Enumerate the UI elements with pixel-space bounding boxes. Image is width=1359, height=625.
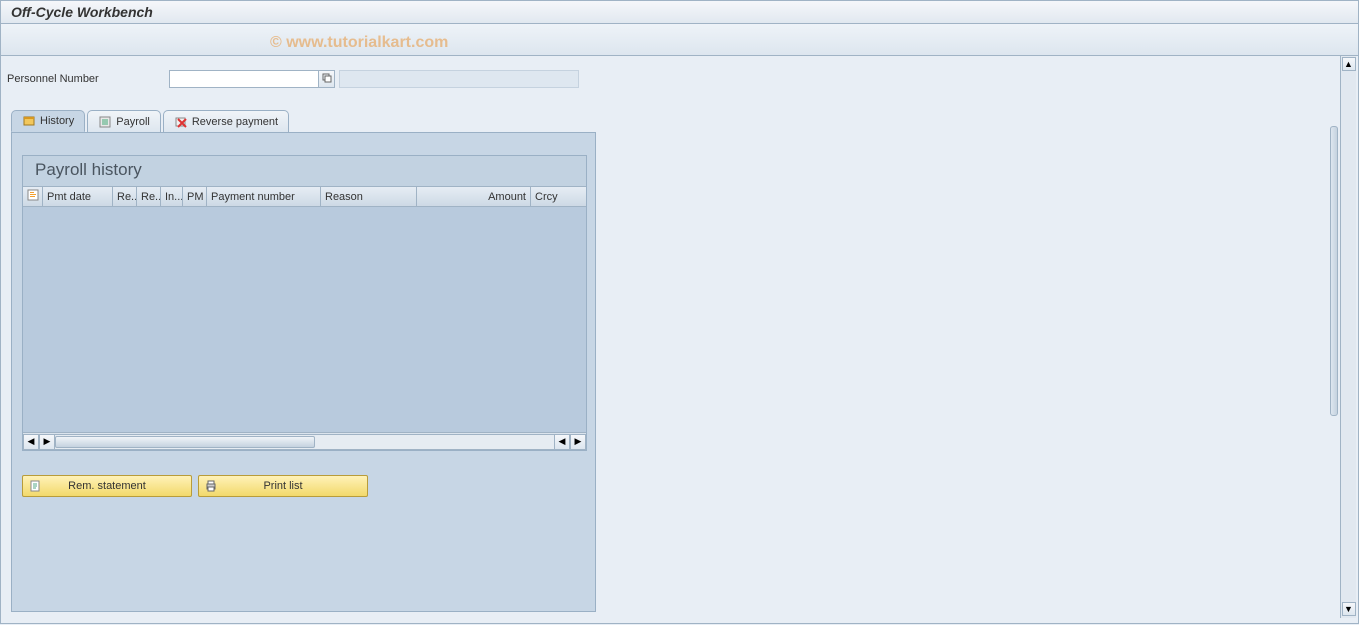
reverse-icon [174, 115, 188, 129]
column-header-pm[interactable]: PM [183, 187, 207, 206]
grid-horizontal-scrollbar: ◀ ▶ ◀ ▶ [23, 432, 586, 450]
tabstrip: History Payroll Reverse payment Payroll … [11, 110, 596, 612]
content-area: Personnel Number History P [0, 56, 1359, 624]
document-icon [27, 478, 43, 494]
application-toolbar [0, 24, 1359, 56]
search-help-icon [322, 73, 332, 85]
button-label: Rem. statement [68, 480, 146, 492]
rem-statement-button[interactable]: Rem. statement [22, 475, 192, 497]
column-header-re2[interactable]: Re... [137, 187, 161, 206]
title-bar: Off-Cycle Workbench [0, 0, 1359, 24]
personnel-number-search-help-button[interactable] [319, 70, 335, 88]
vertical-scrollbar: ▲ ▼ [1340, 56, 1356, 618]
grid-body [23, 207, 586, 432]
history-icon [22, 114, 36, 128]
payroll-history-panel: Payroll history Pmt date Re... Re... In.… [22, 155, 587, 451]
tab-payroll[interactable]: Payroll [87, 110, 161, 132]
column-selector[interactable] [23, 187, 43, 206]
tab-panel-history: Payroll history Pmt date Re... Re... In.… [11, 132, 596, 612]
column-header-amount[interactable]: Amount [417, 187, 531, 206]
personnel-number-description [339, 70, 579, 88]
panel-heading: Payroll history [23, 156, 586, 186]
print-icon [203, 478, 219, 494]
splitter-handle[interactable] [1330, 126, 1338, 416]
scroll-left-end-button[interactable]: ◀ [554, 434, 570, 450]
tab-label: Payroll [116, 116, 150, 128]
personnel-number-row: Personnel Number [5, 70, 1358, 88]
payroll-history-grid: Pmt date Re... Re... In... PM Payment nu… [23, 186, 586, 450]
column-header-crcy[interactable]: Crcy [531, 187, 571, 206]
button-label: Print list [263, 480, 302, 492]
column-header-in[interactable]: In... [161, 187, 183, 206]
page-title: Off-Cycle Workbench [11, 4, 153, 20]
tab-history[interactable]: History [11, 110, 85, 132]
scroll-up-button[interactable]: ▲ [1342, 57, 1356, 71]
tab-label: Reverse payment [192, 116, 278, 128]
column-header-re1[interactable]: Re... [113, 187, 137, 206]
personnel-number-label: Personnel Number [7, 73, 157, 85]
personnel-number-input-group [169, 70, 579, 88]
payroll-icon [98, 115, 112, 129]
print-list-button[interactable]: Print list [198, 475, 368, 497]
tab-reverse-payment[interactable]: Reverse payment [163, 110, 289, 132]
scroll-thumb[interactable] [55, 436, 315, 448]
column-header-pmt-date[interactable]: Pmt date [43, 187, 113, 206]
personnel-number-input[interactable] [169, 70, 319, 88]
select-all-icon [26, 188, 40, 205]
scroll-right-inner-button[interactable]: ▶ [39, 434, 55, 450]
action-buttons: Rem. statement Print list [22, 475, 585, 497]
scroll-track[interactable] [55, 434, 554, 450]
scroll-left-button[interactable]: ◀ [23, 434, 39, 450]
scroll-down-button[interactable]: ▼ [1342, 602, 1356, 616]
scroll-right-button[interactable]: ▶ [570, 434, 586, 450]
tab-label: History [40, 115, 74, 127]
column-header-reason[interactable]: Reason [321, 187, 417, 206]
grid-header: Pmt date Re... Re... In... PM Payment nu… [23, 187, 586, 207]
tab-strip: History Payroll Reverse payment [11, 110, 596, 132]
column-header-payment-number[interactable]: Payment number [207, 187, 321, 206]
